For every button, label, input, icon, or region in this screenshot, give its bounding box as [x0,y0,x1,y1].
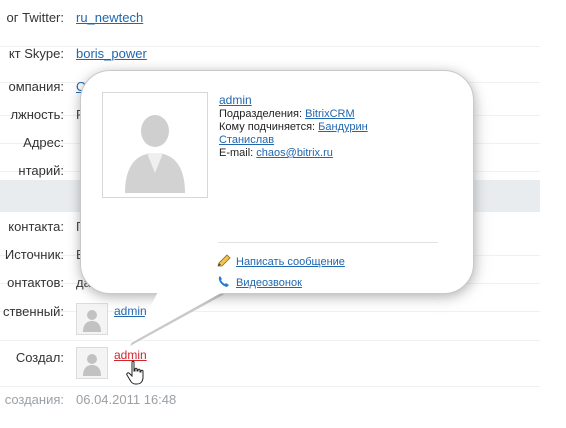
user-photo [102,92,208,198]
label-created-date: создания: [4,392,64,407]
video-call-label: Видеозвонок [236,277,302,289]
pencil-icon [216,254,232,268]
label-skype: кт Skype: [8,46,64,61]
send-message-action[interactable]: Написать сообщение [216,254,345,268]
row-created-date: создания: 06.04.2011 16:48 [0,392,540,428]
popup-department-line: Подразделения: BitrixCRM [219,108,355,120]
user-silhouette-icon [83,354,101,376]
popup-email-line: E-mail: chaos@bitrix.ru [219,147,333,159]
responsible-avatar [76,303,108,335]
video-call-action[interactable]: Видеозвонок [216,275,302,289]
phone-icon [216,275,232,289]
label-position: лжность: [10,107,64,122]
user-silhouette-icon [125,115,185,193]
label-source: Источник: [4,247,64,262]
department-link[interactable]: BitrixCRM [305,108,355,120]
manager-link-continued[interactable]: Станислав [219,134,274,146]
department-label: Подразделения: [219,108,303,120]
label-twitter: ог Twitter: [6,10,64,25]
label-comment: нтарий: [18,163,64,178]
send-message-label: Написать сообщение [236,256,345,268]
popup-manager-line: Кому подчиняется: Бандурин [219,121,368,133]
user-silhouette-icon [83,310,101,332]
email-link[interactable]: chaos@bitrix.ru [256,147,333,159]
hand-pointer-icon [126,360,144,385]
skype-link[interactable]: boris_power [76,46,147,61]
responsible-user-link[interactable]: admin [114,304,147,318]
label-contact-type: контакта: [8,219,64,234]
created-date-value: 06.04.2011 16:48 [76,392,177,407]
twitter-link[interactable]: ru_newtech [76,10,143,25]
popup-manager-line-2: Станислав [219,134,274,146]
creator-avatar [76,347,108,379]
manager-link[interactable]: Бандурин [318,121,368,133]
row-twitter: ог Twitter: ru_newtech [0,10,540,47]
manager-label: Кому подчиняется: [219,121,316,133]
popup-user-name[interactable]: admin [219,93,252,107]
label-address: Адрес: [23,135,64,150]
label-contacts-list: онтактов: [7,275,64,290]
label-responsible: ственный: [2,304,64,319]
label-company: омпания: [8,79,64,94]
popup-divider [218,242,438,243]
label-created-by: Создал: [15,350,64,365]
email-label: E-mail: [219,147,254,159]
